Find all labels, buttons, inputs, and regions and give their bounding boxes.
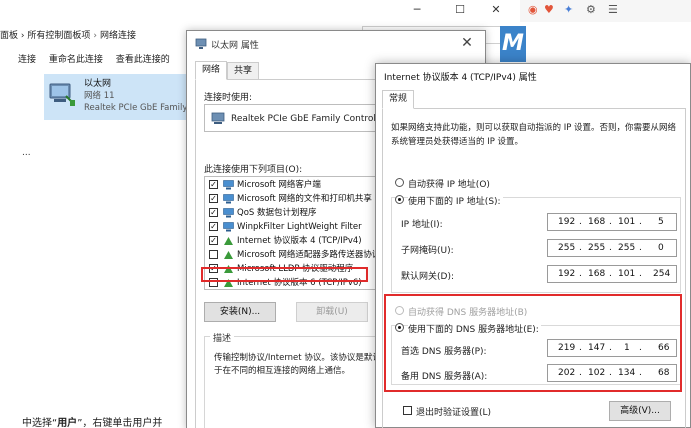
close-icon[interactable]: ✕ — [459, 35, 475, 51]
gateway-label: 默认网关(D): — [401, 272, 454, 282]
adapter-device: Realtek PCIe GbE Family — [84, 103, 188, 113]
connect-using-label: 连接时使用: — [204, 93, 253, 103]
window-title-bar — [0, 0, 520, 22]
toolbar-rename[interactable]: 重命名此连接 — [49, 50, 103, 70]
toolbar: 连接 重命名此连接 查看此连接的 — [0, 50, 190, 70]
ad-icon[interactable]: ◉ — [528, 3, 538, 16]
advanced-button[interactable]: 高级(V)... — [609, 401, 671, 421]
adapter-name: 以太网 — [84, 79, 112, 89]
article-text: 中选择“用户”，右键单击用户并 — [22, 418, 163, 428]
checkbox[interactable]: ✓ — [209, 208, 218, 217]
close-icon[interactable]: ✕ — [484, 2, 508, 18]
network-card-icon — [211, 112, 225, 124]
network-adapter-icon — [49, 83, 75, 106]
auto-ip-label: 自动获得 IP 地址(O) — [408, 180, 490, 190]
manual-ip-label: 使用下面的 IP 地址(S): — [408, 194, 503, 207]
checkbox[interactable]: ✓ — [209, 236, 218, 245]
client-icon — [223, 180, 234, 190]
dialog-title: 以太网 属性 — [211, 41, 259, 51]
service-icon — [223, 194, 234, 204]
checkbox[interactable]: ✓ — [209, 180, 218, 189]
ip-address-field[interactable]: 192. 168. 101. 5 — [547, 213, 677, 231]
description-title: 描述 — [210, 331, 235, 344]
minimize-button[interactable]: ─ — [405, 2, 429, 18]
maximize-button[interactable]: ☐ — [448, 2, 472, 18]
dialog-title: Internet 协议版本 4 (TCP/IPv4) 属性 — [384, 73, 537, 83]
tab-networking[interactable]: 网络 — [195, 61, 228, 80]
install-button[interactable]: 安装(N)... — [204, 302, 276, 322]
gear-icon[interactable]: ⚙ — [586, 3, 596, 16]
manual-ip-radio[interactable] — [395, 195, 404, 204]
heart-icon[interactable]: ♥ — [544, 3, 554, 16]
protocol-icon — [224, 251, 233, 259]
browser-toolbar-strip: ◉ ♥ ✦ ⚙ ☰ — [520, 0, 691, 22]
toolbar-connect[interactable]: 连接 — [18, 50, 36, 70]
checkbox[interactable] — [209, 250, 218, 259]
tab-general[interactable]: 常规 — [382, 90, 415, 109]
service-icon — [223, 208, 234, 218]
validate-label: 退出时验证设置(L) — [416, 408, 492, 418]
adapter-item-ethernet[interactable]: 以太网 网络 11 Realtek PCIe GbE Family — [44, 74, 190, 120]
items-label: 此连接使用下列项目(O): — [204, 165, 303, 175]
auto-ip-radio[interactable] — [395, 178, 404, 187]
device-name: Realtek PCIe GbE Family Controller — [231, 114, 388, 124]
highlight-ipv4-item — [201, 267, 368, 282]
gateway-field[interactable]: 192. 168. 101. 254 — [547, 265, 677, 283]
filter-icon — [223, 222, 234, 232]
validate-checkbox[interactable] — [403, 406, 412, 415]
protocol-icon — [224, 237, 233, 245]
truncated-text: ... — [22, 148, 31, 158]
breadcrumb-item[interactable]: 网络连接 — [100, 31, 136, 41]
checkbox[interactable]: ✓ — [209, 194, 218, 203]
tab-sharing[interactable]: 共享 — [227, 62, 260, 80]
dialog-title-bar: 以太网 属性 ✕ — [187, 31, 485, 57]
side-banner-ad[interactable]: M — [500, 26, 526, 62]
network-icon — [195, 38, 207, 49]
uninstall-button[interactable]: 卸载(U) — [296, 302, 368, 322]
toolbar-view-status[interactable]: 查看此连接的 — [116, 50, 170, 70]
menu-icon[interactable]: ☰ — [608, 3, 618, 16]
adapter-status: 网络 11 — [84, 91, 115, 101]
subnet-label: 子网掩码(U): — [401, 246, 454, 256]
breadcrumb-item[interactable]: 面板 › 所有控制面板项 — [0, 31, 90, 41]
subnet-field[interactable]: 255. 255. 255. 0 — [547, 239, 677, 257]
intro-text: 如果网络支持此功能，则可以获取自动指派的 IP 设置。否则，你需要从网络系统管理… — [391, 123, 677, 147]
breadcrumb: 面板 › 所有控制面板项 › 网络连接 — [0, 28, 136, 41]
highlight-dns-section — [384, 294, 682, 392]
tool-icon[interactable]: ✦ — [564, 3, 573, 16]
checkbox[interactable]: ✓ — [209, 222, 218, 231]
ip-address-label: IP 地址(I): — [401, 220, 443, 230]
chevron-right-icon: › — [93, 31, 97, 41]
